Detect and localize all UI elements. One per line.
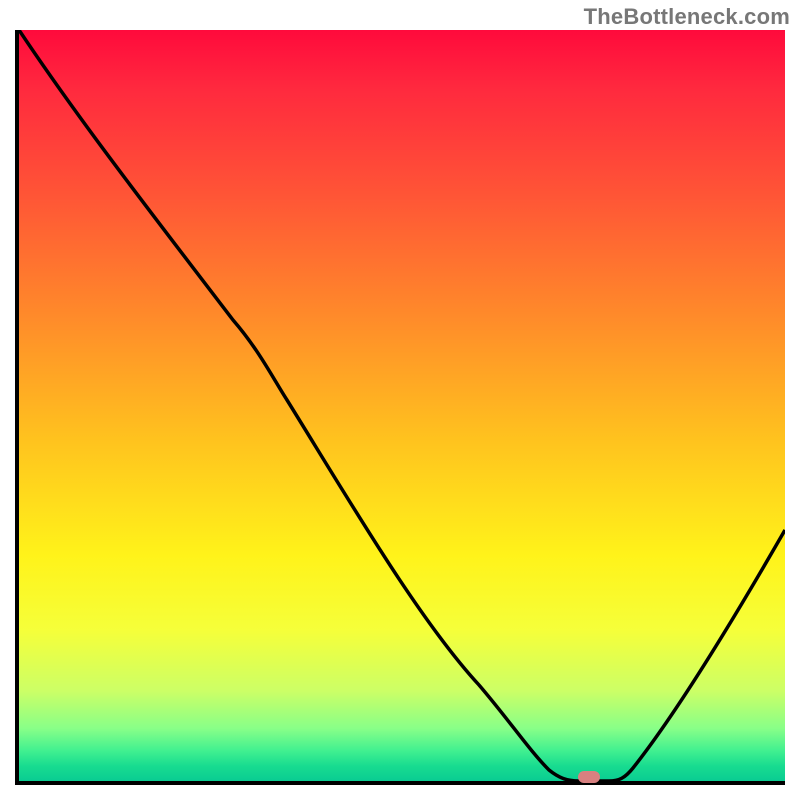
bottleneck-curve-path — [19, 30, 785, 781]
chart-frame — [15, 30, 785, 785]
watermark-text: TheBottleneck.com — [584, 4, 790, 30]
bottleneck-curve-svg — [19, 30, 785, 781]
optimal-point-marker — [578, 771, 600, 783]
